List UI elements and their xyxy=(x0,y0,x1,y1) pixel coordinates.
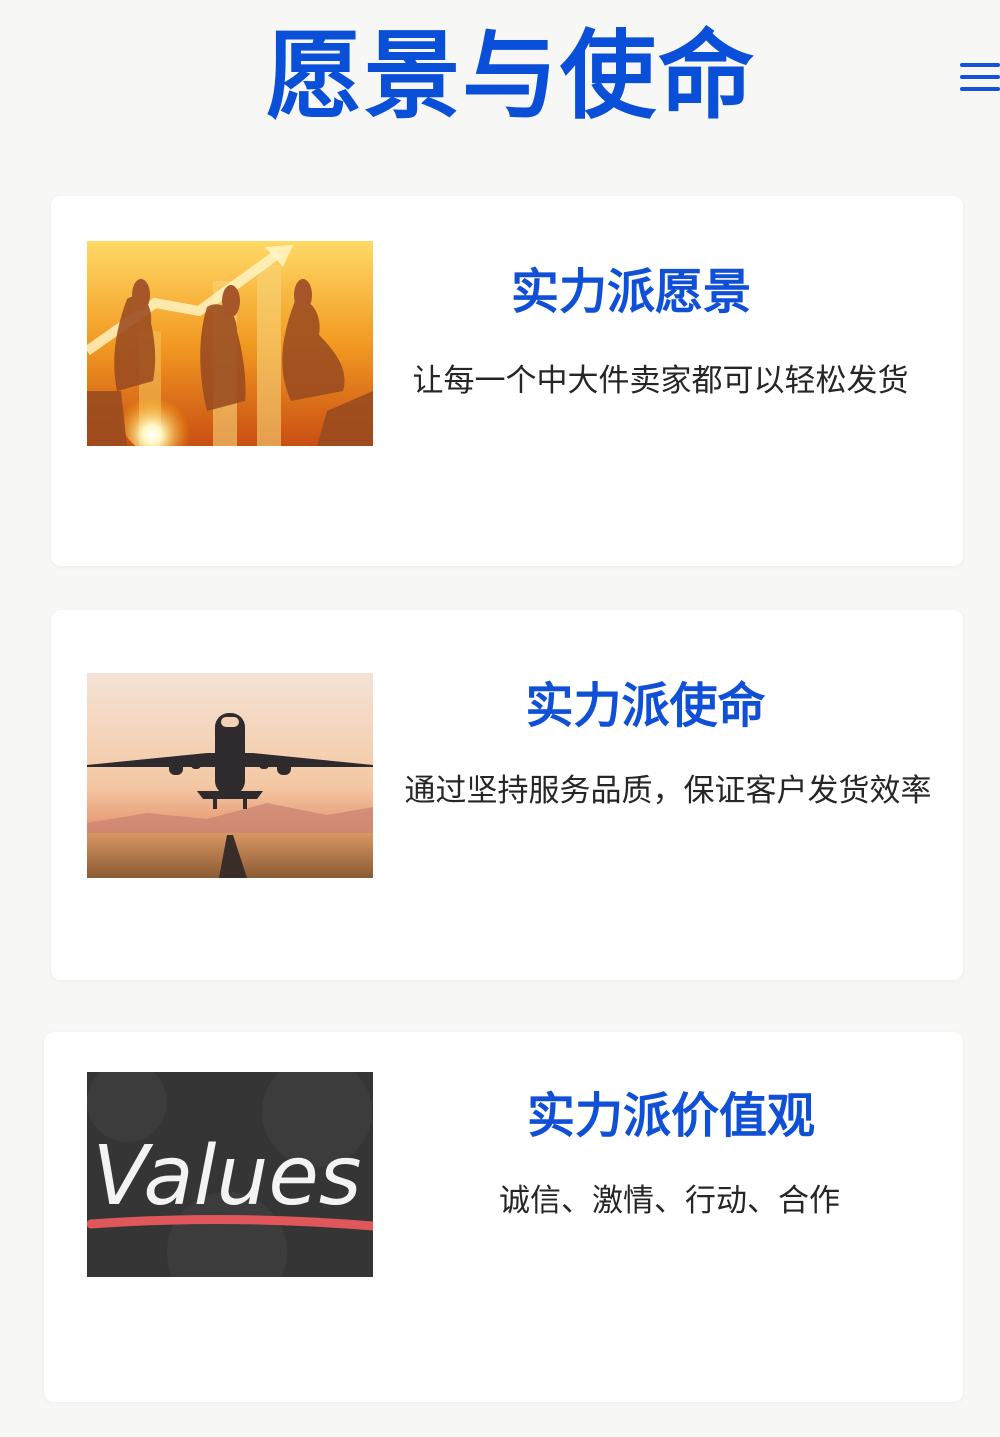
mission-title: 实力派使命 xyxy=(525,678,766,734)
airplane-takeoff-image xyxy=(87,673,373,878)
values-chalkboard-image: Values xyxy=(87,1072,373,1277)
hamburger-menu-icon xyxy=(956,58,1000,96)
vision-text: 让每一个中大件卖家都可以轻松发货 xyxy=(412,363,909,399)
page-title: 愿景与使命 xyxy=(266,20,756,154)
page: 愿景与使命 实力派愿景 让每一个中大件卖家都可以轻松发货 实力派使命 通过坚持服… xyxy=(0,0,1000,1437)
page-header: 愿景与使命 xyxy=(0,0,1000,160)
values-title: 实力派价值观 xyxy=(526,1088,815,1144)
values-card: Values 实力派价值观 诚信、激情、行动、合作 xyxy=(44,1032,963,1402)
thumbs-up-growth-image xyxy=(87,241,373,446)
vision-title: 实力派愿景 xyxy=(510,264,751,320)
mission-card: 实力派使命 通过坚持服务品质，保证客户发货效率 xyxy=(51,610,963,980)
values-chalk-text: Values xyxy=(92,1129,361,1224)
menu-button[interactable] xyxy=(956,58,1000,96)
mission-text: 通过坚持服务品质，保证客户发货效率 xyxy=(404,773,932,809)
values-text: 诚信、激情、行动、合作 xyxy=(499,1183,840,1219)
vision-card: 实力派愿景 让每一个中大件卖家都可以轻松发货 xyxy=(51,196,963,566)
